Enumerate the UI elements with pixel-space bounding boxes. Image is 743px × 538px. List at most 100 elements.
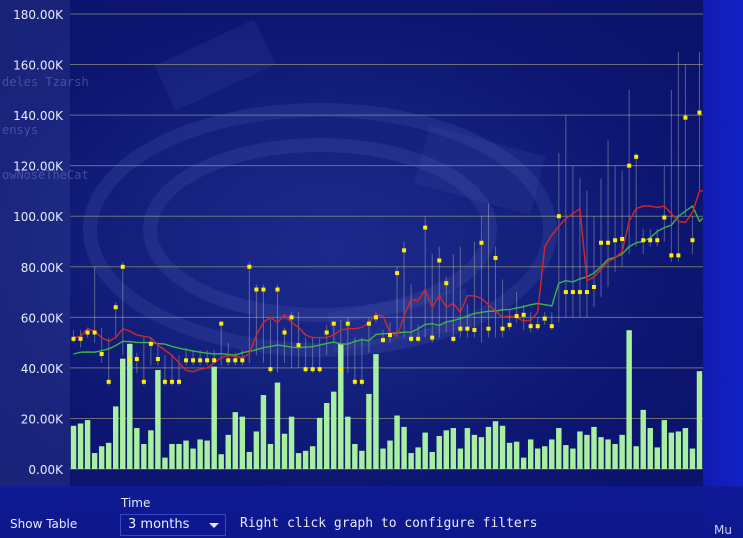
volume-bar bbox=[535, 448, 541, 469]
show-table-button[interactable]: Show Table bbox=[10, 517, 77, 531]
price-point bbox=[310, 367, 315, 372]
volume-bar bbox=[563, 445, 569, 469]
volume-bar bbox=[316, 417, 323, 469]
volume-bar bbox=[218, 454, 224, 469]
volume-bar bbox=[422, 432, 428, 469]
volume-bar bbox=[471, 434, 478, 469]
volume-bar bbox=[359, 450, 365, 469]
volume-bar bbox=[70, 425, 77, 469]
price-point bbox=[324, 330, 329, 335]
price-point bbox=[226, 358, 231, 363]
price-point bbox=[570, 290, 575, 295]
volume-bar bbox=[204, 440, 210, 469]
volume-bar bbox=[176, 443, 182, 469]
volume-bar bbox=[274, 382, 281, 469]
volume-bar bbox=[162, 457, 168, 469]
volume-bar bbox=[520, 457, 527, 469]
price-point bbox=[535, 324, 540, 329]
volume-bar bbox=[696, 371, 703, 469]
volume-bar bbox=[668, 432, 675, 469]
price-point bbox=[500, 326, 505, 331]
volume-bar bbox=[91, 453, 98, 469]
price-point bbox=[655, 238, 660, 243]
price-point bbox=[676, 253, 681, 258]
price-point bbox=[620, 236, 625, 241]
price-point bbox=[423, 225, 428, 230]
volume-bar bbox=[309, 446, 316, 469]
price-tick-label: 20.00K bbox=[21, 412, 64, 426]
volume-bar bbox=[373, 354, 379, 469]
price-axis: 0.00K 20.00K 40.00K 60.00K 80.00K 100.00K 120.… bbox=[13, 8, 64, 477]
price-point bbox=[402, 248, 407, 253]
price-point bbox=[359, 379, 364, 384]
price-point bbox=[521, 312, 526, 317]
volume-bar bbox=[253, 431, 260, 469]
volume-bar bbox=[113, 406, 119, 469]
volume-bar bbox=[295, 453, 302, 469]
price-tick-label: 80.00K bbox=[21, 261, 64, 275]
price-point bbox=[254, 287, 259, 292]
volume-bar bbox=[633, 446, 639, 469]
volume-bar bbox=[84, 420, 91, 469]
price-point bbox=[134, 357, 139, 362]
price-point bbox=[303, 367, 308, 372]
price-point bbox=[465, 326, 470, 331]
volume-bar bbox=[260, 395, 267, 469]
volume-bar bbox=[183, 440, 189, 469]
volume-bar bbox=[584, 434, 590, 469]
price-point bbox=[549, 324, 554, 329]
price-point bbox=[395, 271, 400, 276]
price-point bbox=[690, 238, 695, 243]
volume-bar bbox=[120, 358, 126, 469]
volume-bar bbox=[429, 451, 435, 469]
price-point bbox=[120, 264, 125, 269]
volume-bar bbox=[485, 426, 492, 469]
price-point bbox=[191, 358, 196, 363]
volume-bar bbox=[394, 415, 400, 469]
volume-bar bbox=[155, 370, 161, 469]
volume-bar bbox=[464, 428, 471, 469]
volume-bar bbox=[450, 428, 457, 469]
volume-bar bbox=[77, 423, 84, 469]
price-point bbox=[212, 358, 217, 363]
price-point bbox=[648, 238, 653, 243]
price-point bbox=[451, 336, 456, 341]
volume-bars bbox=[70, 330, 738, 469]
price-point bbox=[662, 215, 667, 220]
price-point bbox=[599, 240, 604, 245]
price-point bbox=[606, 240, 611, 245]
price-point bbox=[697, 110, 702, 115]
price-point bbox=[556, 214, 561, 219]
price-point bbox=[366, 321, 371, 326]
volume-bar bbox=[408, 453, 414, 469]
volume-bar bbox=[654, 447, 660, 469]
price-point bbox=[233, 358, 238, 363]
price-point bbox=[444, 281, 449, 286]
volume-bar bbox=[506, 442, 513, 469]
volume-bar bbox=[415, 447, 421, 469]
price-point bbox=[641, 238, 646, 243]
price-point bbox=[345, 321, 350, 326]
price-point bbox=[613, 238, 618, 243]
volume-bar bbox=[190, 448, 196, 469]
price-point bbox=[148, 341, 153, 346]
price-point bbox=[247, 264, 252, 269]
price-range-wicks bbox=[73, 51, 736, 386]
volume-bar bbox=[570, 448, 576, 469]
price-point bbox=[169, 379, 174, 384]
price-volume-chart[interactable]: 0.00K 20.00K 40.00K 60.00K 80.00K 100.00K 120.… bbox=[0, 0, 743, 538]
volume-bar bbox=[689, 448, 696, 469]
price-point bbox=[275, 287, 280, 292]
price-point bbox=[177, 379, 182, 384]
price-point bbox=[184, 358, 189, 363]
volume-bar bbox=[267, 443, 274, 469]
price-point bbox=[268, 367, 273, 372]
time-range-dropdown[interactable]: 3 months bbox=[120, 514, 226, 536]
price-point bbox=[317, 367, 322, 372]
volume-bar bbox=[527, 439, 534, 469]
volume-bar bbox=[302, 450, 309, 469]
volume-bar bbox=[492, 421, 499, 469]
volume-bar bbox=[436, 436, 442, 469]
price-point bbox=[577, 290, 582, 295]
price-point bbox=[409, 336, 414, 341]
